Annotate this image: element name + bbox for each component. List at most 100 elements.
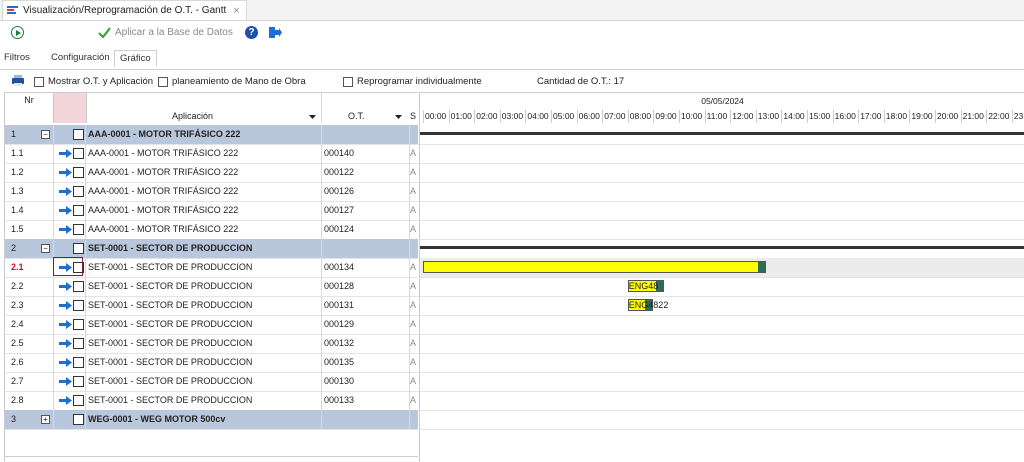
col-divider xyxy=(409,258,410,277)
header-ot[interactable]: O.T. xyxy=(321,93,412,123)
row-checkbox[interactable] xyxy=(73,148,84,159)
row-nr: 1.2 xyxy=(11,167,24,177)
table-row[interactable]: 1.2 AAA-0001 - MOTOR TRIFÁSICO 222 000122 A xyxy=(5,163,418,183)
print-icon[interactable] xyxy=(11,75,25,89)
table-row[interactable]: 1.4 AAA-0001 - MOTOR TRIFÁSICO 222 000127 A xyxy=(5,201,418,221)
row-checkbox[interactable] xyxy=(73,357,84,368)
group-row[interactable]: 1 − AAA-0001 - MOTOR TRIFÁSICO 222 xyxy=(5,125,418,145)
table-row[interactable]: 1.1 AAA-0001 - MOTOR TRIFÁSICO 222 000140 A xyxy=(5,144,418,164)
header-extra[interactable]: S xyxy=(409,93,418,123)
labor-planning-option[interactable]: planeamiento de Mano de Obra xyxy=(158,76,306,87)
reschedule-option[interactable]: Reprogramar individualmente xyxy=(343,76,482,87)
table-row[interactable]: 2.1 SET-0001 - SECTOR DE PRODUCCION 000134… xyxy=(5,257,418,278)
arrow-right-icon[interactable] xyxy=(59,149,73,158)
table-row[interactable]: 2.4 SET-0001 - SECTOR DE PRODUCCION 000129… xyxy=(5,315,418,335)
row-ot: 000130 xyxy=(324,376,355,386)
col-divider xyxy=(321,182,322,201)
header-selector[interactable] xyxy=(53,93,87,123)
arrow-right-icon[interactable] xyxy=(59,339,73,348)
row-checkbox[interactable] xyxy=(73,243,84,254)
arrow-right-icon[interactable] xyxy=(59,301,73,310)
table-row[interactable]: 2.2 SET-0001 - SECTOR DE PRODUCCION 000128… xyxy=(5,277,418,297)
col-divider xyxy=(53,239,54,258)
show-ot-option[interactable]: Mostrar O.T. y Aplicación xyxy=(34,76,153,87)
row-checkbox[interactable] xyxy=(73,281,84,292)
row-aplicacion: AAA-0001 - MOTOR TRIFÁSICO 222 xyxy=(88,205,239,215)
row-extra xyxy=(410,239,418,258)
collapse-icon[interactable]: − xyxy=(41,244,50,253)
table-row[interactable]: 2.8 SET-0001 - SECTOR DE PRODUCCION 000133… xyxy=(5,391,418,411)
gantt-bar[interactable] xyxy=(423,261,767,273)
row-checkbox[interactable] xyxy=(73,167,84,178)
arrow-right-icon[interactable] xyxy=(59,168,73,177)
tab-configuracion[interactable]: Configuración xyxy=(51,52,110,63)
header-ot-label: O.T. xyxy=(348,111,365,121)
arrow-right-icon[interactable] xyxy=(59,187,73,196)
row-checkbox[interactable] xyxy=(73,414,84,425)
row-checkbox[interactable] xyxy=(73,224,84,235)
document-tab[interactable]: Visualización/Reprogramación de O.T. - G… xyxy=(2,0,247,20)
row-nr: 3 xyxy=(11,414,17,424)
show-ot-label: Mostrar O.T. y Aplicación xyxy=(48,76,154,87)
reschedule-checkbox[interactable] xyxy=(343,76,353,87)
arrow-right-icon[interactable] xyxy=(59,358,73,367)
table-row[interactable]: 1.5 AAA-0001 - MOTOR TRIFÁSICO 222 000124 A xyxy=(5,220,418,240)
row-checkbox[interactable] xyxy=(73,300,84,311)
row-checkbox[interactable] xyxy=(73,205,84,216)
hour-label: 10:00 xyxy=(679,110,705,123)
header-aplicacion[interactable]: Aplicación xyxy=(87,93,321,123)
col-divider xyxy=(85,220,86,239)
table-row[interactable]: 1.3 AAA-0001 - MOTOR TRIFÁSICO 222 000126 A xyxy=(5,182,418,202)
col-divider xyxy=(85,239,86,258)
row-aplicacion: SET-0001 - SECTOR DE PRODUCCION xyxy=(88,395,253,405)
gantt-hour-header: 00:00 01:00 02:00 03:00 04:00 05:00 06:00 07:00… xyxy=(420,93,1024,123)
exit-icon[interactable] xyxy=(268,26,282,41)
close-tab-icon[interactable]: × xyxy=(233,5,239,17)
group-row[interactable]: 2 − SET-0001 - SECTOR DE PRODUCCION xyxy=(5,239,418,259)
col-divider xyxy=(85,296,86,315)
col-divider xyxy=(85,353,86,372)
row-aplicacion: SET-0001 - SECTOR DE PRODUCCION xyxy=(88,357,253,367)
arrow-right-icon[interactable] xyxy=(59,206,73,215)
labor-planning-checkbox[interactable] xyxy=(158,76,168,87)
col-divider xyxy=(321,410,322,429)
col-divider xyxy=(321,125,322,144)
tab-grafico[interactable]: Gráfico xyxy=(114,50,157,67)
row-nr: 2 xyxy=(11,243,17,253)
table-row[interactable]: 2.3 SET-0001 - SECTOR DE PRODUCCION 000131… xyxy=(5,296,418,316)
arrow-right-icon[interactable] xyxy=(59,320,73,329)
sort-down-icon[interactable] xyxy=(395,115,402,120)
arrow-right-icon[interactable] xyxy=(59,377,73,386)
row-extra: A xyxy=(410,395,417,405)
arrow-right-icon[interactable] xyxy=(59,225,73,234)
table-row[interactable]: 2.6 SET-0001 - SECTOR DE PRODUCCION 000135… xyxy=(5,353,418,373)
row-checkbox[interactable] xyxy=(73,319,84,330)
group-row[interactable]: 3 + WEG-0001 - WEG MOTOR 500cv xyxy=(5,410,418,430)
header-nr[interactable]: Nr xyxy=(5,93,53,123)
col-divider xyxy=(321,220,322,239)
hour-label: 12:00 xyxy=(730,110,756,123)
row-ot: 000132 xyxy=(324,338,355,348)
row-nr: 2.1 xyxy=(11,262,24,272)
row-checkbox[interactable] xyxy=(73,395,84,406)
col-divider xyxy=(53,220,54,239)
tab-filtros[interactable]: Filtros xyxy=(4,52,30,63)
show-ot-checkbox[interactable] xyxy=(34,76,44,87)
table-row[interactable]: 2.7 SET-0001 - SECTOR DE PRODUCCION 000130… xyxy=(5,372,418,392)
arrow-right-icon[interactable] xyxy=(59,282,73,291)
grid-scrollbar-edge xyxy=(5,456,418,457)
row-checkbox[interactable] xyxy=(73,376,84,387)
sort-down-icon[interactable] xyxy=(309,115,316,120)
table-row[interactable]: 2.5 SET-0001 - SECTOR DE PRODUCCION 000132… xyxy=(5,334,418,354)
row-checkbox[interactable] xyxy=(73,338,84,349)
help-icon[interactable]: ? xyxy=(245,26,258,39)
row-checkbox[interactable] xyxy=(73,186,84,197)
expand-icon[interactable]: + xyxy=(41,415,50,424)
row-aplicacion: SET-0001 - SECTOR DE PRODUCCION xyxy=(88,243,253,253)
play-icon[interactable] xyxy=(11,26,24,39)
row-checkbox[interactable] xyxy=(73,129,84,140)
summary-bar xyxy=(420,246,1024,249)
arrow-right-icon[interactable] xyxy=(59,396,73,405)
apply-to-database-button[interactable]: Aplicar a la Base de Datos xyxy=(98,27,233,38)
collapse-icon[interactable]: − xyxy=(41,130,50,139)
